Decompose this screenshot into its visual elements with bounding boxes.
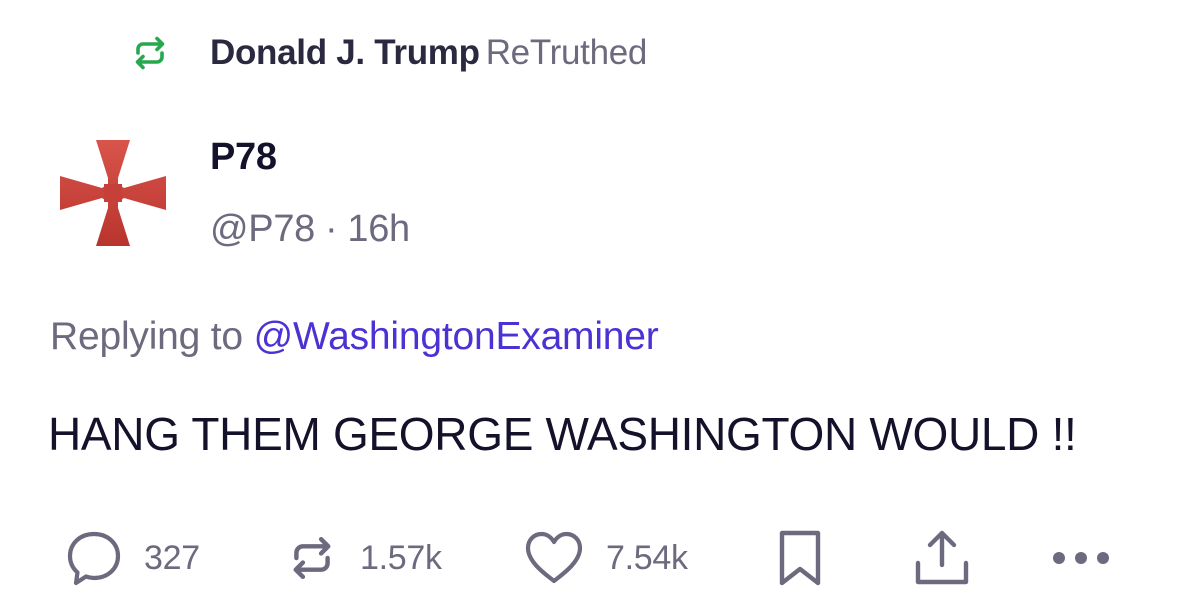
retruther-name[interactable]: Donald J. Trump xyxy=(210,33,480,72)
replying-to-line: Replying to @WashingtonExaminer xyxy=(50,313,659,361)
reply-button[interactable]: 327 xyxy=(66,528,200,588)
post-timestamp[interactable]: 16h xyxy=(347,208,410,250)
ellipsis-icon xyxy=(1053,552,1109,564)
like-count: 7.54k xyxy=(606,538,688,577)
retruth-text: Donald J. Trump ReTruthed xyxy=(210,33,647,73)
bookmark-button[interactable] xyxy=(776,528,824,588)
bookmark-icon xyxy=(779,530,821,586)
reply-count: 327 xyxy=(144,538,200,577)
author-handle[interactable]: @P78 xyxy=(210,208,315,250)
like-button[interactable]: 7.54k xyxy=(524,528,688,588)
author-display-name[interactable]: P78 xyxy=(210,132,410,182)
post-text: HANG THEM GEORGE WASHINGTON WOULD !! xyxy=(48,408,1077,460)
replying-to-label: Replying to xyxy=(50,315,243,358)
red-cross-avatar-icon xyxy=(60,140,166,246)
action-bar: 327 1.57k 7.54k xyxy=(0,528,1179,588)
retruth-count: 1.57k xyxy=(360,538,442,577)
author-meta: @P78 · 16h xyxy=(210,204,410,254)
reply-icon xyxy=(67,531,121,586)
retruth-action-icon xyxy=(293,536,331,580)
share-button[interactable] xyxy=(912,528,972,588)
replying-to-handle[interactable]: @WashingtonExaminer xyxy=(254,315,659,358)
retruth-icon xyxy=(128,31,172,75)
truth-post: Donald J. Trump ReTruthed P78 @P78 · 16h Re… xyxy=(0,0,1179,615)
share-icon xyxy=(915,530,969,585)
more-options-button[interactable] xyxy=(1050,528,1112,588)
retruth-label: ReTruthed xyxy=(485,33,648,72)
meta-separator: · xyxy=(325,208,338,250)
avatar[interactable] xyxy=(56,136,170,250)
retruth-banner[interactable]: Donald J. Trump ReTruthed xyxy=(128,30,647,76)
author-block: P78 @P78 · 16h xyxy=(210,132,410,254)
retruth-button[interactable]: 1.57k xyxy=(286,528,442,588)
heart-icon xyxy=(525,531,583,584)
